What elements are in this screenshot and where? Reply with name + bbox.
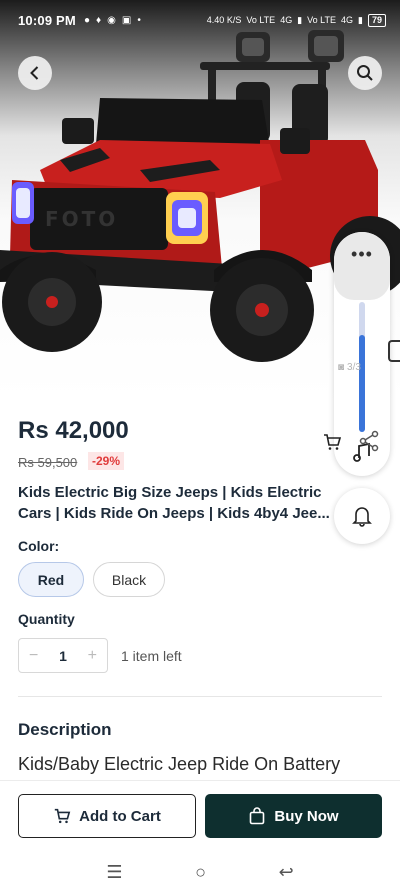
color-option-red[interactable]: Red — [18, 562, 84, 597]
add-to-cart-label: Add to Cart — [79, 807, 161, 825]
network-speed: 4.40 K/S — [206, 15, 242, 25]
system-back-button[interactable]: ↩ — [279, 862, 294, 883]
status-bar: 10:09 PM ● ♦ ◉ ▣ • 4.40 K/S Vo LTE 4G ▮ … — [0, 0, 400, 40]
stock-text: 1 item left — [121, 648, 182, 664]
signal-icon: ▮ — [297, 14, 303, 25]
system-nav-bar: ☰ ○ ↩ — [0, 850, 400, 895]
status-time: 10:09 PM — [18, 12, 76, 28]
shopping-bag-icon — [250, 807, 265, 825]
recents-button[interactable]: ☰ — [106, 862, 122, 883]
quantity-value: 1 — [59, 647, 67, 664]
gallery-icon: ▣ — [121, 14, 132, 26]
buy-now-label: Buy Now — [274, 807, 339, 825]
bell-icon — [352, 507, 372, 527]
camera-icon: ◙ — [338, 362, 345, 373]
network-label: 4G — [341, 15, 354, 25]
dot-icon: • — [137, 14, 141, 26]
network-label: Vo LTE — [307, 15, 337, 25]
share-icon[interactable] — [358, 430, 380, 452]
notification-icons: ● ♦ ◉ ▣ • — [84, 15, 141, 26]
quantity-label: Quantity — [18, 611, 75, 627]
quantity-stepper[interactable]: − 1 + — [18, 638, 108, 673]
circle-app-icon: ◉ — [107, 14, 116, 26]
signal-icon: ▮ — [358, 14, 363, 25]
quantity-increment-button[interactable]: + — [88, 647, 97, 665]
screenshot-edge-icon — [388, 340, 400, 362]
search-button[interactable] — [348, 56, 382, 90]
back-arrow-icon — [30, 66, 39, 80]
discount-badge: -29% — [88, 452, 125, 470]
battery-icon: 79 — [367, 13, 386, 27]
volume-more-button[interactable]: ••• — [334, 232, 390, 300]
color-label: Color: — [18, 538, 60, 554]
image-counter: ◙ 3/3 — [338, 362, 361, 373]
back-button[interactable] — [18, 56, 52, 90]
buy-now-button[interactable]: Buy Now — [205, 794, 382, 838]
volume-slider-fill — [359, 334, 365, 432]
flame-icon: ♦ — [96, 14, 102, 26]
home-button[interactable]: ○ — [195, 862, 206, 883]
image-counter-text: 3/3 — [347, 362, 361, 373]
cart-icon — [54, 808, 71, 824]
quantity-decrement-button[interactable]: − — [29, 647, 38, 665]
description-heading: Description — [18, 720, 112, 739]
description-text: Kids/Baby Electric Jeep Ride On Battery — [18, 754, 341, 774]
product-title: Kids Electric Big Size Jeeps | Kids Elec… — [18, 484, 330, 522]
network-label: 4G — [280, 15, 293, 25]
network-label: Vo LTE — [246, 15, 276, 25]
svg-text:FOTO: FOTO — [45, 207, 118, 231]
product-price: Rs 42,000 — [18, 417, 129, 444]
divider — [18, 696, 382, 697]
add-to-cart-button[interactable]: Add to Cart — [18, 794, 196, 838]
original-price: Rs 59,500 — [18, 455, 78, 470]
cart-icon[interactable] — [322, 432, 342, 452]
status-right: 4.40 K/S Vo LTE 4G ▮ Vo LTE 4G ▮ 79 — [206, 13, 386, 27]
snapchat-icon: ● — [83, 14, 91, 26]
action-bar: Add to Cart Buy Now — [0, 780, 400, 840]
color-option-black[interactable]: Black — [93, 562, 165, 597]
search-icon — [357, 65, 373, 81]
